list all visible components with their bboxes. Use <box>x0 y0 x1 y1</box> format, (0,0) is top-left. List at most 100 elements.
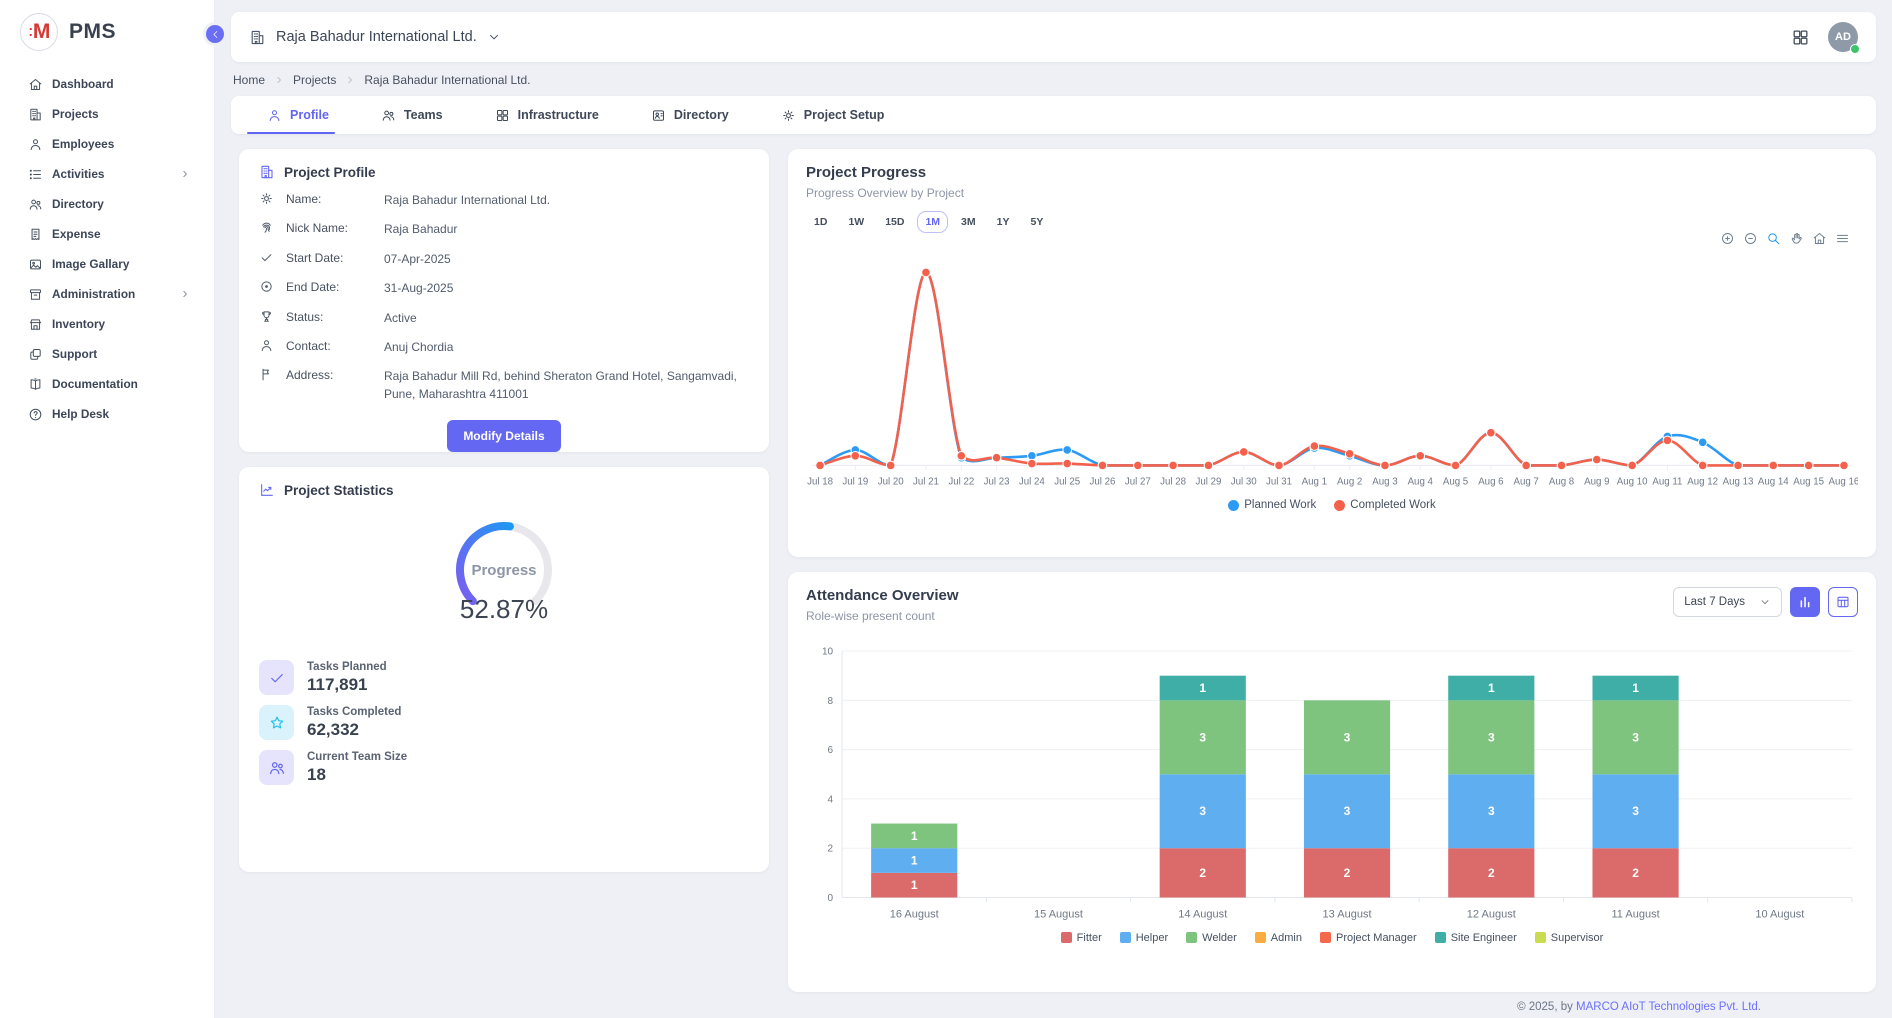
field-value: Raja Bahadur <box>384 221 457 238</box>
tab-directory[interactable]: Directory <box>625 96 755 134</box>
project-profile-title-row: Project Profile <box>259 164 749 180</box>
svg-text:Aug 5: Aug 5 <box>1443 476 1468 487</box>
legend-helper[interactable]: Helper <box>1120 932 1168 944</box>
field-value: 07-Apr-2025 <box>384 251 451 268</box>
tab-profile[interactable]: Profile <box>241 96 355 134</box>
sidebar-item-administration[interactable]: Administration <box>0 279 214 309</box>
toolbar-magnifier-button[interactable] <box>1766 231 1781 246</box>
right-column: Project Progress Progress Overview by Pr… <box>788 149 1876 992</box>
legend-supervisor[interactable]: Supervisor <box>1535 932 1604 944</box>
tab-infrastructure[interactable]: Infrastructure <box>469 96 625 134</box>
svg-text:16 August: 16 August <box>890 909 939 921</box>
sidebar-item-directory[interactable]: Directory <box>0 189 214 219</box>
legend-marker <box>1186 932 1197 943</box>
gear-icon <box>781 108 796 123</box>
range-button-3m[interactable]: 3M <box>953 211 984 233</box>
field-label: Nick Name: <box>286 221 372 235</box>
gear-icon <box>259 191 274 206</box>
archive-icon <box>28 287 43 302</box>
sidebar-item-label: Documentation <box>52 377 138 391</box>
sidebar-item-activities[interactable]: Activities <box>0 159 214 189</box>
svg-text:Aug 16: Aug 16 <box>1829 476 1858 487</box>
sidebar-item-dashboard[interactable]: Dashboard <box>0 69 214 99</box>
toolbar-home-button[interactable] <box>1812 231 1827 246</box>
tab-label: Teams <box>404 108 443 122</box>
people-icon <box>381 108 396 123</box>
attendance-chart[interactable]: 024681016 August11115 August14 August233… <box>806 631 1858 932</box>
svg-text:1: 1 <box>911 878 918 892</box>
svg-text:Jul 25: Jul 25 <box>1054 476 1080 487</box>
legend-planned-work[interactable]: Planned Work <box>1228 499 1316 511</box>
company-selector[interactable]: Raja Bahadur International Ltd. <box>249 29 501 46</box>
app-logo[interactable]: M PMS <box>0 0 214 57</box>
check-icon <box>259 250 274 265</box>
legend-marker <box>1334 500 1345 511</box>
legend-fitter[interactable]: Fitter <box>1061 932 1102 944</box>
chevron-down-icon <box>487 30 501 44</box>
footer-brand-link[interactable]: MARCO AIoT Technologies Pvt. Ltd. <box>1576 1001 1761 1013</box>
sidebar-collapse-button[interactable] <box>206 25 224 43</box>
range-button-1d[interactable]: 1D <box>806 211 835 233</box>
range-button-1w[interactable]: 1W <box>840 211 872 233</box>
card-subtitle: Progress Overview by Project <box>806 186 1858 200</box>
field-label: Address: <box>286 368 372 382</box>
legend-welder[interactable]: Welder <box>1186 932 1237 944</box>
tab-project-setup[interactable]: Project Setup <box>755 96 911 134</box>
range-button-1m[interactable]: 1M <box>917 211 948 233</box>
svg-text:Jul 31: Jul 31 <box>1266 476 1292 487</box>
svg-text:Jul 27: Jul 27 <box>1125 476 1151 487</box>
svg-text:2: 2 <box>828 844 834 855</box>
grid4-icon <box>495 108 510 123</box>
legend-label: Planned Work <box>1244 499 1316 511</box>
sidebar-item-inventory[interactable]: Inventory <box>0 309 214 339</box>
project-progress-chart[interactable]: Jul 18Jul 19Jul 20Jul 21Jul 22Jul 23Jul … <box>806 237 1858 499</box>
store-icon <box>28 317 43 332</box>
toolbar-hand-button[interactable] <box>1789 231 1804 246</box>
svg-text:2: 2 <box>1344 866 1351 880</box>
card-title: Project Progress <box>806 164 926 181</box>
range-button-15d[interactable]: 15D <box>877 211 912 233</box>
modify-details-button[interactable]: Modify Details <box>447 420 560 452</box>
breadcrumb-item-raja-bahadur-international-ltd-[interactable]: Raja Bahadur International Ltd. <box>364 73 530 87</box>
legend-project-manager[interactable]: Project Manager <box>1320 932 1417 944</box>
legend-site-engineer[interactable]: Site Engineer <box>1435 932 1517 944</box>
attendance-overview-card: Attendance Overview Role-wise present co… <box>788 572 1876 992</box>
svg-text:3: 3 <box>1199 730 1206 744</box>
sidebar-item-label: Projects <box>52 107 99 121</box>
toolbar-zoom-out-button[interactable] <box>1743 231 1758 246</box>
attendance-range-select[interactable]: Last 7 Days <box>1673 587 1782 617</box>
sidebar-item-help-desk[interactable]: Help Desk <box>0 399 214 429</box>
user-avatar[interactable]: AD <box>1828 22 1858 52</box>
apps-grid-button[interactable] <box>1791 28 1810 47</box>
breadcrumb-item-projects[interactable]: Projects <box>293 73 336 87</box>
stat-value: 18 <box>307 765 407 785</box>
svg-text:6: 6 <box>828 745 834 756</box>
svg-text:Aug 7: Aug 7 <box>1513 476 1538 487</box>
tab-teams[interactable]: Teams <box>355 96 469 134</box>
sidebar-item-employees[interactable]: Employees <box>0 129 214 159</box>
chevron-right-icon <box>180 289 190 299</box>
toolbar-menu-button[interactable] <box>1835 231 1850 246</box>
sidebar-item-expense[interactable]: Expense <box>0 219 214 249</box>
sidebar-item-image-gallary[interactable]: Image Gallary <box>0 249 214 279</box>
copy-icon <box>28 347 43 362</box>
project-profile-card: Project Profile Name:Raja Bahadur Intern… <box>239 149 769 452</box>
sidebar-item-projects[interactable]: Projects <box>0 99 214 129</box>
svg-text:3: 3 <box>1632 730 1639 744</box>
sidebar-item-support[interactable]: Support <box>0 339 214 369</box>
table-view-button[interactable] <box>1828 587 1858 617</box>
app-title: PMS <box>69 20 116 44</box>
legend-completed-work[interactable]: Completed Work <box>1334 499 1435 511</box>
legend-label: Helper <box>1136 932 1168 944</box>
footer: © 2025, by MARCO AIoT Technologies Pvt. … <box>1517 1001 1761 1013</box>
svg-text:8: 8 <box>828 696 834 707</box>
breadcrumb-item-home[interactable]: Home <box>233 73 265 87</box>
sidebar-item-documentation[interactable]: Documentation <box>0 369 214 399</box>
company-name: Raja Bahadur International Ltd. <box>276 29 477 45</box>
range-button-5y[interactable]: 5Y <box>1022 211 1051 233</box>
range-button-1y[interactable]: 1Y <box>989 211 1018 233</box>
bar-view-button[interactable] <box>1790 587 1820 617</box>
legend-admin[interactable]: Admin <box>1255 932 1302 944</box>
profile-field-name-: Name:Raja Bahadur International Ltd. <box>259 192 749 209</box>
toolbar-zoom-in-button[interactable] <box>1720 231 1735 246</box>
